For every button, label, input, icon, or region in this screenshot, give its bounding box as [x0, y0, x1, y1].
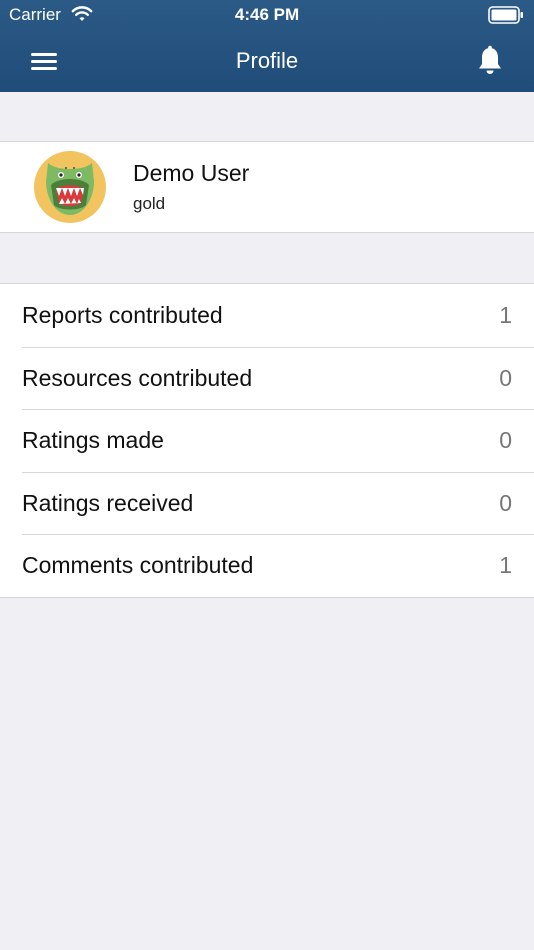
stat-label: Comments contributed: [22, 552, 254, 579]
stat-label: Reports contributed: [22, 302, 223, 328]
stat-value: 0: [499, 489, 512, 516]
crocodile-avatar-icon: [46, 163, 94, 215]
stat-row-resources-contributed: Resources contributed 0: [0, 346, 534, 410]
status-time: 4:46 PM: [234, 5, 300, 24]
stat-label: Ratings made: [22, 427, 164, 454]
navigation-bar: Profile: [0, 30, 534, 92]
stat-label: Resources contributed: [22, 364, 253, 391]
user-level: gold: [133, 194, 166, 213]
battery-icon: [488, 6, 523, 24]
stat-row-ratings-received: Ratings received 0: [0, 471, 534, 535]
stat-value: 0: [499, 364, 512, 391]
avatar: [34, 151, 106, 223]
stat-value: 1: [499, 552, 512, 579]
user-name: Demo User: [133, 160, 250, 186]
stat-row-ratings-made: Ratings made 0: [0, 409, 534, 472]
page-title: Profile: [235, 48, 299, 73]
stat-label: Ratings received: [22, 489, 194, 516]
stat-row-reports-contributed: Reports contributed 1: [0, 284, 534, 347]
bell-icon[interactable]: [474, 44, 506, 78]
status-bar: Carrier 4:46 PM: [0, 0, 534, 30]
stat-value: 0: [499, 427, 512, 454]
stats-list: Reports contributed 1 Resources contribu…: [0, 283, 534, 598]
stat-value: 1: [499, 302, 512, 328]
stat-row-comments-contributed: Comments contributed 1: [0, 534, 534, 597]
app-header: Carrier 4:46 PM Profile: [0, 0, 534, 92]
profile-card: Demo User gold: [0, 141, 534, 233]
